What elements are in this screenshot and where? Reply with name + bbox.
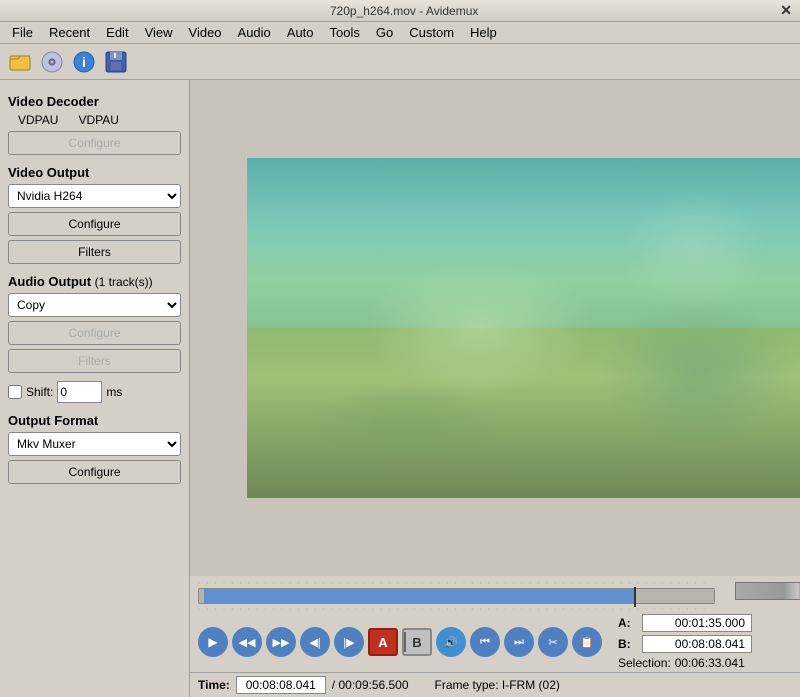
b-marker-button[interactable]: B: [402, 628, 432, 656]
minimap-area: [723, 576, 800, 600]
cut-button[interactable]: ✂: [538, 627, 568, 657]
jump-a-button[interactable]: ⏮: [470, 627, 500, 657]
preview-container: [190, 80, 800, 576]
shift-checkbox[interactable]: [8, 385, 22, 399]
timeline-selection: [204, 589, 634, 603]
video-filters-button[interactable]: Filters: [8, 240, 181, 264]
a-label: A:: [618, 616, 638, 630]
b-label: B:: [618, 637, 638, 651]
a-marker-button[interactable]: A: [368, 628, 398, 656]
menu-edit[interactable]: Edit: [98, 23, 136, 42]
a-timecode-value: 00:01:35.000: [642, 614, 752, 632]
save-button[interactable]: [102, 48, 130, 76]
controls-row: ▶ ◀◀ ▶▶ ◀| |▶ A B 🔊: [190, 612, 800, 672]
timecodes-panel: A: 00:01:35.000 B: 00:08:08.041 Selectio…: [610, 612, 800, 672]
preview-frame: [247, 158, 800, 498]
rewind-button[interactable]: ◀◀: [232, 627, 262, 657]
video-decoder-title: Video Decoder: [8, 94, 181, 109]
close-button[interactable]: ✕: [780, 2, 792, 19]
menu-recent[interactable]: Recent: [41, 23, 98, 42]
title-bar: 720p_h264.mov - Avidemux ✕: [0, 0, 800, 22]
window-title: 720p_h264.mov - Avidemux: [28, 4, 780, 18]
format-configure-button[interactable]: Configure: [8, 460, 181, 484]
play-button[interactable]: ▶: [198, 627, 228, 657]
menu-file[interactable]: File: [4, 23, 41, 42]
output-format-select[interactable]: Mkv Muxer AVI MP4: [8, 432, 181, 456]
video-output-title: Video Output: [8, 165, 181, 180]
selection-row: Selection: 00:06:33.041: [618, 656, 800, 670]
volume-button[interactable]: 🔊: [436, 627, 466, 657]
svg-text:i: i: [82, 54, 86, 70]
paste-button[interactable]: 📋: [572, 627, 602, 657]
time-value: 00:08:08.041: [236, 676, 326, 694]
video-output-select[interactable]: Nvidia H264 OpenGL SDL: [8, 184, 181, 208]
menu-auto[interactable]: Auto: [279, 23, 322, 42]
selection-value: 00:06:33.041: [675, 656, 745, 670]
playback-controls: ▶ ◀◀ ▶▶ ◀| |▶ A B 🔊: [190, 623, 610, 661]
timecode-b-row: B: 00:08:08.041: [618, 635, 800, 653]
shift-ms-label: ms: [106, 385, 122, 399]
timeline-left: · · · · · · · · · · · · · · · · · · · · …: [190, 576, 723, 612]
video-configure-button[interactable]: Configure: [8, 212, 181, 236]
duration-value: / 00:09:56.500: [332, 678, 409, 692]
decoder-configure-button: Configure: [8, 131, 181, 155]
shift-input[interactable]: [57, 381, 102, 403]
output-format-title: Output Format: [8, 413, 181, 428]
audio-configure-button: Configure: [8, 321, 181, 345]
menu-bar: File Recent Edit View Video Audio Auto T…: [0, 22, 800, 44]
info-button[interactable]: i: [70, 48, 98, 76]
bottom-section: · · · · · · · · · · · · · · · · · · · · …: [190, 576, 800, 697]
timeline-position: [634, 587, 636, 607]
vdpau-label-1: VDPAU: [18, 113, 58, 127]
toolbar: i: [0, 44, 800, 80]
audio-output-title: Audio Output (1 track(s)): [8, 274, 181, 289]
left-panel: Video Decoder VDPAU VDPAU Configure Vide…: [0, 80, 190, 697]
menu-view[interactable]: View: [137, 23, 181, 42]
decoder-labels: VDPAU VDPAU: [8, 113, 181, 127]
menu-custom[interactable]: Custom: [401, 23, 462, 42]
prev-frame-button[interactable]: ◀|: [300, 627, 330, 657]
dvd-button[interactable]: [38, 48, 66, 76]
menu-audio[interactable]: Audio: [230, 23, 279, 42]
frame-type: Frame type: I-FRM (02): [435, 678, 560, 692]
timeline-row: · · · · · · · · · · · · · · · · · · · · …: [190, 576, 800, 612]
menu-tools[interactable]: Tools: [322, 23, 368, 42]
minimap[interactable]: [735, 582, 800, 600]
audio-output-select[interactable]: Copy None MP3 AAC: [8, 293, 181, 317]
selection-label: Selection:: [618, 656, 671, 670]
main-layout: Video Decoder VDPAU VDPAU Configure Vide…: [0, 80, 800, 697]
menu-go[interactable]: Go: [368, 23, 401, 42]
shift-row: Shift: ms: [8, 381, 181, 403]
menu-help[interactable]: Help: [462, 23, 505, 42]
menu-video[interactable]: Video: [181, 23, 230, 42]
vdpau-label-2: VDPAU: [78, 113, 118, 127]
b-timecode-value: 00:08:08.041: [642, 635, 752, 653]
timeline-track[interactable]: [198, 588, 715, 604]
open-button[interactable]: [6, 48, 34, 76]
status-bar: Time: 00:08:08.041 / 00:09:56.500 Frame …: [190, 672, 800, 697]
jump-b-button[interactable]: ⏭: [504, 627, 534, 657]
timecode-a-row: A: 00:01:35.000: [618, 614, 800, 632]
next-frame-button[interactable]: |▶: [334, 627, 364, 657]
audio-filters-button: Filters: [8, 349, 181, 373]
right-area: · · · · · · · · · · · · · · · · · · · · …: [190, 80, 800, 697]
time-label: Time:: [198, 678, 230, 692]
fast-forward-button[interactable]: ▶▶: [266, 627, 296, 657]
timeline-dots: · · · · · · · · · · · · · · · · · · · · …: [198, 580, 715, 586]
shift-label: Shift:: [26, 385, 53, 399]
